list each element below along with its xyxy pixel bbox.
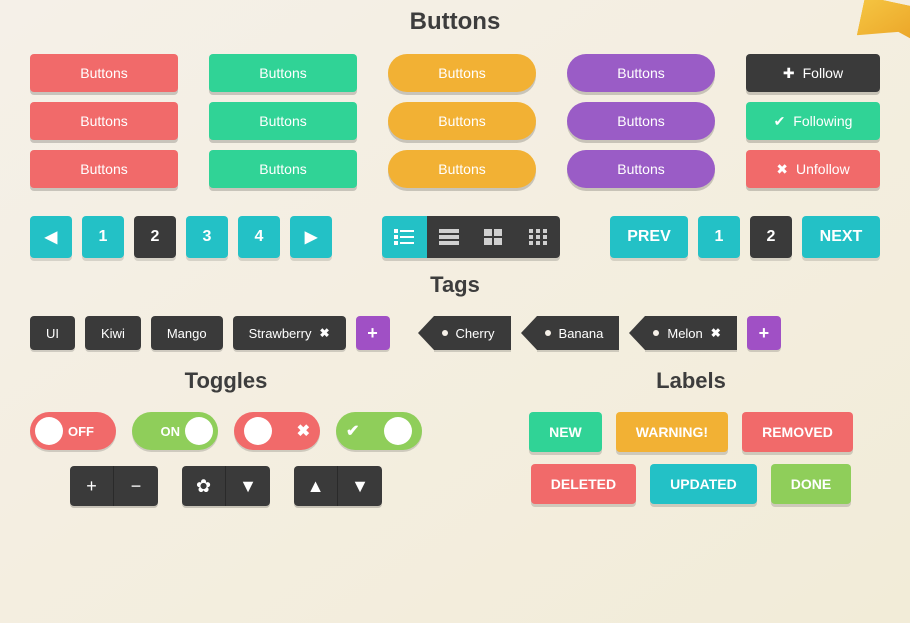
label-deleted: DELETED — [531, 464, 636, 504]
tag-melon[interactable]: Melon ✖ — [645, 316, 736, 350]
pager-page-2-active[interactable]: 2 — [134, 216, 176, 258]
chevron-down-icon[interactable]: ▼ — [226, 466, 270, 506]
tag-arrow-add-button[interactable]: + — [747, 316, 781, 350]
labels-grid: NEW WARNING! REMOVED DELETED UPDATED DON… — [502, 412, 880, 504]
toggles-row: OFF ON ✖ ✔ — [30, 412, 422, 450]
check-icon: ✔ — [346, 421, 359, 441]
button-red-3[interactable]: Buttons — [30, 150, 178, 188]
close-icon[interactable]: ✖ — [319, 326, 329, 340]
spinner-gear-dropdown: ✿ ▼ — [182, 466, 270, 506]
toggle-on[interactable]: ON — [132, 412, 218, 450]
view-switcher — [382, 216, 560, 258]
toggle-knob — [35, 417, 63, 445]
button-orange-3[interactable]: Buttons — [388, 150, 536, 188]
tag-mango[interactable]: Mango — [151, 316, 223, 350]
pager-next-arrow[interactable]: ▶ — [290, 216, 332, 258]
tag-hole-icon — [442, 330, 448, 336]
pager-numeric: ◀ 1 2 3 4 ▶ — [30, 216, 332, 258]
chevron-down-icon[interactable]: ▼ — [338, 466, 382, 506]
tag-melon-label: Melon — [667, 326, 702, 341]
toggle-check[interactable]: ✔ — [336, 412, 422, 450]
view-rows-icon[interactable] — [427, 216, 472, 258]
following-label: Following — [793, 113, 852, 129]
unfollow-label: Unfollow — [796, 161, 850, 177]
view-list-icon[interactable] — [382, 216, 427, 258]
pager-page-3[interactable]: 3 — [186, 216, 228, 258]
tag-cherry[interactable]: Cherry — [434, 316, 511, 350]
section-title-tags: Tags — [30, 272, 880, 298]
spinner-plus-minus: + − — [70, 466, 158, 506]
tag-banana[interactable]: Banana — [537, 316, 620, 350]
tags-row: UI Kiwi Mango Strawberry ✖ + Cherry Bana… — [30, 316, 880, 350]
spinner-up-down: ▲ ▼ — [294, 466, 382, 506]
pager-page-4[interactable]: 4 — [238, 216, 280, 258]
gear-icon[interactable]: ✿ — [182, 466, 226, 506]
button-purple-3[interactable]: Buttons — [567, 150, 715, 188]
tag-kiwi[interactable]: Kiwi — [85, 316, 141, 350]
close-icon: ✖ — [297, 421, 310, 441]
pager-prevnext: PREV 1 2 NEXT — [610, 216, 880, 258]
button-red-1[interactable]: Buttons — [30, 54, 178, 92]
tag-strawberry-label: Strawberry — [249, 326, 312, 341]
plus-icon: ✚ — [783, 65, 795, 82]
close-icon: ✖ — [776, 161, 788, 178]
follow-label: Follow — [803, 65, 843, 81]
toggle-knob — [185, 417, 213, 445]
buttons-grid: Buttons Buttons Buttons Buttons Buttons … — [30, 54, 880, 188]
label-updated: UPDATED — [650, 464, 757, 504]
check-icon: ✔ — [774, 113, 786, 130]
pager-page-1[interactable]: 1 — [82, 216, 124, 258]
spinner-plus-button[interactable]: + — [70, 466, 114, 506]
pagination-row: ◀ 1 2 3 4 ▶ PREV 1 2 NEXT — [30, 216, 880, 258]
tag-add-button[interactable]: + — [356, 316, 390, 350]
button-purple-1[interactable]: Buttons — [567, 54, 715, 92]
spinners-row: + − ✿ ▼ ▲ ▼ — [30, 466, 422, 506]
button-orange-2[interactable]: Buttons — [388, 102, 536, 140]
toggle-off[interactable]: OFF — [30, 412, 116, 450]
tags-plain-set: UI Kiwi Mango Strawberry ✖ + — [30, 316, 390, 350]
unfollow-button[interactable]: ✖ Unfollow — [746, 150, 880, 188]
button-red-2[interactable]: Buttons — [30, 102, 178, 140]
following-button[interactable]: ✔ Following — [746, 102, 880, 140]
follow-button[interactable]: ✚ Follow — [746, 54, 880, 92]
button-green-1[interactable]: Buttons — [209, 54, 357, 92]
toggle-knob — [384, 417, 412, 445]
tag-cherry-label: Cherry — [456, 326, 495, 341]
label-removed: REMOVED — [742, 412, 853, 452]
button-green-2[interactable]: Buttons — [209, 102, 357, 140]
tag-hole-icon — [653, 330, 659, 336]
spinner-minus-button[interactable]: − — [114, 466, 158, 506]
button-green-3[interactable]: Buttons — [209, 150, 357, 188]
pager-b-page-1[interactable]: 1 — [698, 216, 740, 258]
button-purple-2[interactable]: Buttons — [567, 102, 715, 140]
tag-strawberry[interactable]: Strawberry ✖ — [233, 316, 346, 350]
section-title-labels: Labels — [502, 368, 880, 394]
view-grid-small-icon[interactable] — [516, 216, 561, 258]
tags-arrow-set: Cherry Banana Melon ✖ + — [418, 316, 781, 350]
toggle-off-label: OFF — [68, 424, 94, 439]
toggle-on-label: ON — [161, 424, 181, 439]
toggle-x[interactable]: ✖ — [234, 412, 320, 450]
pager-prev-button[interactable]: PREV — [610, 216, 688, 258]
tag-hole-icon — [545, 330, 551, 336]
pager-prev-arrow[interactable]: ◀ — [30, 216, 72, 258]
section-title-toggles: Toggles — [30, 368, 422, 394]
button-orange-1[interactable]: Buttons — [388, 54, 536, 92]
label-new: NEW — [529, 412, 602, 452]
pager-next-button[interactable]: NEXT — [802, 216, 880, 258]
view-grid-large-icon[interactable] — [471, 216, 516, 258]
tag-banana-label: Banana — [559, 326, 604, 341]
label-warning: WARNING! — [616, 412, 728, 452]
tag-ui[interactable]: UI — [30, 316, 75, 350]
chevron-up-icon[interactable]: ▲ — [294, 466, 338, 506]
section-title-buttons: Buttons — [30, 8, 880, 36]
toggle-knob — [244, 417, 272, 445]
close-icon[interactable]: ✖ — [711, 326, 721, 340]
pager-b-page-2-active[interactable]: 2 — [750, 216, 792, 258]
label-done: DONE — [771, 464, 851, 504]
